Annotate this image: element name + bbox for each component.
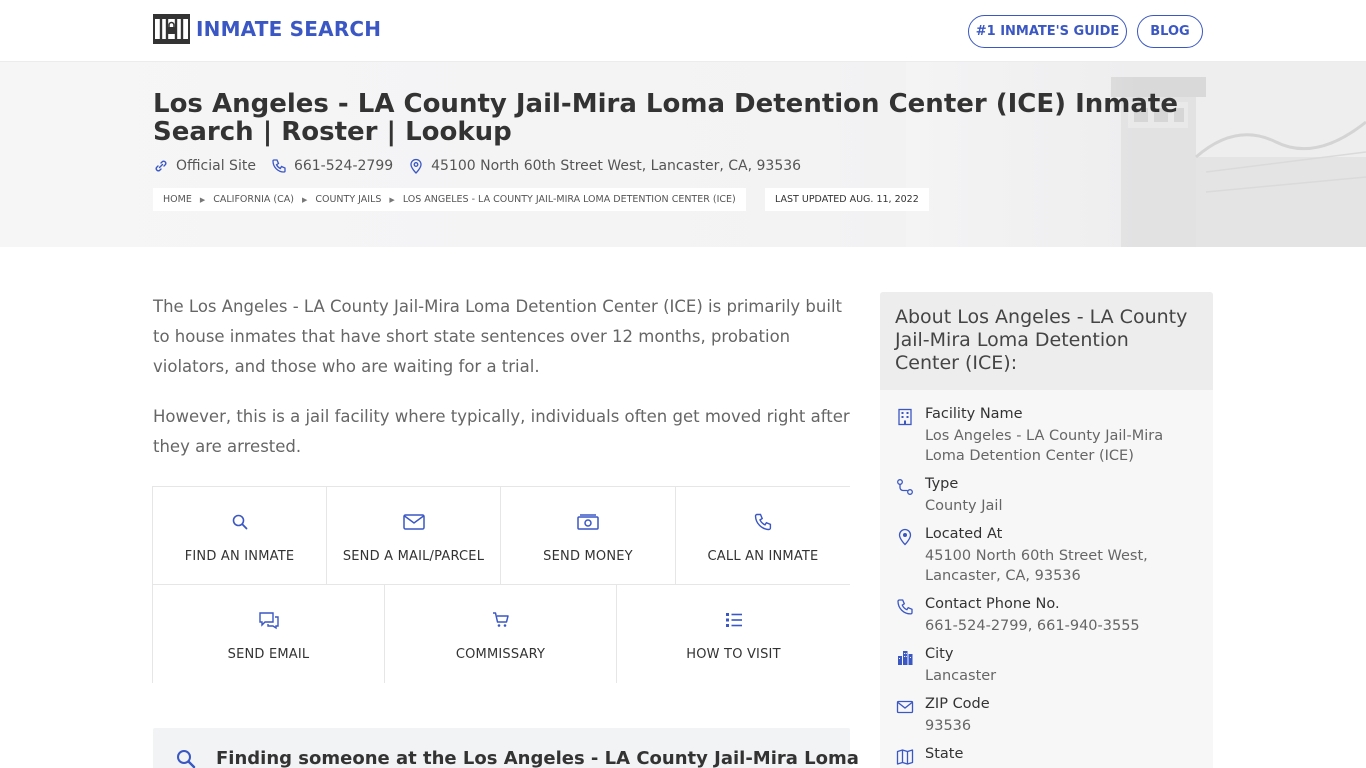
state-key: State (925, 746, 964, 762)
phone-icon (897, 599, 913, 615)
city-icon (898, 651, 913, 665)
commissary-action[interactable]: COMMISSARY (385, 585, 617, 683)
breadcrumb-facility: LOS ANGELES - LA COUNTY JAIL-MIRA LOMA D… (402, 194, 736, 205)
how-to-visit-label: HOW TO VISIT (686, 647, 781, 662)
last-updated-badge: LAST UPDATED AUG. 11, 2022 (765, 188, 929, 211)
zip-value: 93536 (925, 718, 972, 734)
cart-icon (492, 612, 509, 627)
located-at-value: 45100 North 60th Street West, Lancaster,… (925, 548, 1148, 584)
second-paragraph: However, this is a jail facility where t… (153, 407, 850, 456)
facility-info-sidebar: About Los Angeles - LA County Jail-Mira … (880, 292, 1213, 768)
send-email-action[interactable]: SEND EMAIL (153, 585, 385, 683)
how-to-visit-action[interactable]: HOW TO VISIT (617, 585, 850, 683)
facility-name-key: Facility Name (925, 406, 1023, 422)
commissary-label: COMMISSARY (455, 647, 546, 662)
send-email-label: SEND EMAIL (227, 647, 310, 662)
search-icon (232, 514, 247, 530)
link-icon (155, 160, 167, 172)
facility-name-value: Los Angeles - LA County Jail-Mira Loma D… (925, 428, 1164, 464)
map-pin-icon (410, 158, 422, 174)
intro-paragraph: The Los Angeles - LA County Jail-Mira Lo… (153, 297, 842, 376)
action-grid: FIND AN INMATE SEND A MAIL/PARCEL SEND M… (152, 486, 850, 683)
money-icon (577, 514, 599, 530)
breadcrumb: HOME ▶ CALIFORNIA (CA) ▶ COUNTY JAILS ▶ … (153, 188, 746, 211)
find-inmate-action[interactable]: FIND AN INMATE (153, 487, 327, 585)
breadcrumb-separator-icon: ▶ (301, 195, 308, 204)
facility-meta: Official Site 661-524-2799 45100 North 6… (153, 158, 816, 174)
mail-icon (402, 514, 425, 530)
call-inmate-action[interactable]: CALL AN INMATE (676, 487, 850, 585)
send-money-label: SEND MONEY (543, 549, 633, 564)
city-value: Lancaster (925, 668, 997, 684)
finding-heading: Finding someone at the Los Angeles - LA … (216, 748, 859, 768)
breadcrumb-state[interactable]: CALIFORNIA (CA) (213, 194, 294, 205)
inmates-guide-button[interactable]: #1 INMATE'S GUIDE (968, 15, 1127, 48)
finding-section-header: Finding someone at the Los Angeles - LA … (153, 728, 859, 768)
phone-icon (754, 513, 772, 531)
jail-cell-icon (153, 14, 190, 44)
located-at-key: Located At (925, 526, 1003, 542)
address-link[interactable]: 45100 North 60th Street West, Lancaster,… (408, 158, 801, 174)
find-inmate-label: FIND AN INMATE (184, 549, 295, 564)
hero-banner: Los Angeles - LA County Jail-Mira Loma D… (0, 62, 1366, 247)
envelope-icon (896, 700, 914, 714)
building-icon (898, 408, 912, 426)
map-icon (896, 749, 914, 765)
zip-key: ZIP Code (925, 696, 990, 712)
phone-label: 661-524-2799 (293, 158, 394, 174)
breadcrumb-county-jails[interactable]: COUNTY JAILS (315, 194, 381, 205)
blog-button[interactable]: BLOG (1137, 15, 1203, 48)
city-key: City (925, 646, 954, 662)
phone-icon (272, 159, 286, 173)
search-icon (177, 750, 196, 768)
send-mail-label: SEND A MAIL/PARCEL (342, 549, 485, 564)
official-site-link[interactable]: Official Site (153, 158, 256, 174)
type-key: Type (925, 476, 959, 492)
address-label: 45100 North 60th Street West, Lancaster,… (431, 158, 802, 174)
send-mail-action[interactable]: SEND A MAIL/PARCEL (327, 487, 501, 585)
phone-link[interactable]: 661-524-2799 (271, 158, 393, 174)
route-icon (897, 479, 913, 495)
logo-text: INMATE SEARCH (196, 17, 382, 41)
page-title: Los Angeles - LA County Jail-Mira Loma D… (153, 89, 1178, 147)
site-logo[interactable]: INMATE SEARCH (153, 14, 381, 44)
sidebar-heading: About Los Angeles - LA County Jail-Mira … (880, 292, 1213, 390)
breadcrumb-home[interactable]: HOME (163, 194, 192, 205)
map-pin-icon (898, 528, 912, 546)
breadcrumb-separator-icon: ▶ (389, 195, 395, 204)
top-navbar: INMATE SEARCH #1 INMATE'S GUIDE BLOG (0, 0, 1366, 62)
send-money-action[interactable]: SEND MONEY (501, 487, 676, 585)
contact-phone-key: Contact Phone No. (925, 596, 1060, 612)
type-value: County Jail (925, 498, 1003, 514)
breadcrumb-separator-icon: ▶ (199, 195, 206, 204)
list-icon (725, 613, 742, 627)
call-inmate-label: CALL AN INMATE (707, 549, 819, 564)
official-site-label: Official Site (176, 158, 256, 174)
contact-phone-value: 661-524-2799, 661-940-3555 (925, 618, 1140, 634)
chat-icon (258, 612, 279, 630)
